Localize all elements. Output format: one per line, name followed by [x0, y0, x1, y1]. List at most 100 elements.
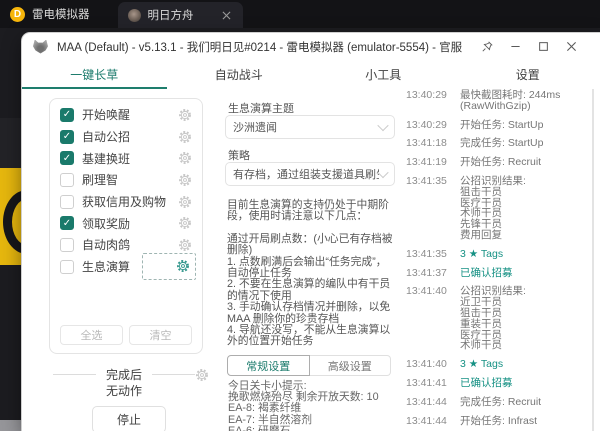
checkbox[interactable]: ✓: [60, 151, 74, 165]
game-tab[interactable]: 明日方舟: [118, 2, 243, 28]
stage-tips: 今日关卡小提示: 挽歌燃烧殆尽 剩余开放天数: 10 EA-8: 褐素纤维 EA…: [228, 381, 400, 431]
task-label: 自动公招: [82, 128, 178, 145]
log-message: 公招识别结果:近卫干员狙击干员重装干员医疗干员术师干员: [460, 286, 586, 351]
after-action-value[interactable]: 无动作: [53, 382, 195, 399]
gear-icon[interactable]: [176, 259, 190, 273]
gear-focus-box[interactable]: [142, 253, 196, 280]
log-time: 13:41:41: [406, 378, 450, 389]
task-card: ✓开始唤醒✓自动公招✓基建换班刷理智获取信用及购物✓领取奖励自动肉鸽生息演算 全…: [49, 98, 203, 354]
log-scrollbar[interactable]: [592, 89, 594, 431]
log-entry: 13:41:19开始任务: Recruit: [406, 157, 586, 168]
log-message: 已确认招募: [460, 378, 586, 389]
tab-close-icon[interactable]: [221, 9, 233, 21]
gear-icon[interactable]: [178, 195, 192, 209]
log-message: 最快截图耗时: 244ms(RawWithGzip): [460, 90, 586, 112]
gear-icon[interactable]: [178, 151, 192, 165]
task-item[interactable]: 刷理智: [60, 169, 192, 191]
after-action-gear-icon[interactable]: [195, 368, 209, 382]
gear-icon[interactable]: [178, 216, 192, 230]
after-action-divider: 完成后: [53, 366, 195, 383]
gear-icon[interactable]: [178, 108, 192, 122]
log-entry: 13:41:40 3 ★ Tags: [406, 359, 586, 370]
pin-button[interactable]: [480, 39, 495, 54]
checkbox[interactable]: ✓: [60, 216, 74, 230]
checkbox[interactable]: ✓: [60, 130, 74, 144]
tab-settings[interactable]: 设置: [456, 60, 600, 89]
log-time: 13:41:37: [406, 268, 450, 279]
card-buttons: 全选 清空: [60, 325, 192, 345]
log-entry: 13:40:29 最快截图耗时: 244ms(RawWithGzip): [406, 90, 586, 112]
backdrop-light-strip: [0, 420, 22, 431]
maximize-button[interactable]: [536, 39, 551, 54]
task-list: ✓开始唤醒✓自动公招✓基建换班刷理智获取信用及购物✓领取奖励自动肉鸽生息演算: [60, 104, 192, 278]
checkbox[interactable]: ✓: [60, 108, 74, 122]
note-line: 3. 手动确认存档情况并删除，以免 MAA 删除你的珍贵存档: [227, 302, 397, 325]
log-time: 13:41:40: [406, 286, 450, 351]
chevron-down-icon: [377, 167, 388, 178]
log-entry: 13:41:44 完成任务: Recruit: [406, 397, 586, 408]
yellow-banner: [0, 168, 22, 265]
clear-button[interactable]: 清空: [129, 325, 192, 345]
tip-line: EA-6: 研磨石: [228, 426, 400, 431]
log-list: 13:40:29 最快截图耗时: 244ms(RawWithGzip)13:40:…: [406, 90, 586, 426]
theme-select[interactable]: 沙洲遗闻: [225, 115, 395, 139]
maa-logo-icon: [33, 40, 48, 54]
log-time: 13:41:40: [406, 359, 450, 370]
task-label: 领取奖励: [82, 215, 178, 232]
task-item[interactable]: 获取信用及购物: [60, 191, 192, 213]
log-time: 13:41:44: [406, 397, 450, 408]
stop-button[interactable]: 停止: [92, 406, 166, 431]
log-time: 13:41:35: [406, 176, 450, 241]
strategy-label: 策略: [228, 147, 250, 163]
task-item[interactable]: ✓ 领取奖励: [60, 212, 192, 234]
checkbox[interactable]: [60, 238, 74, 252]
screen: 雷电模拟器 明日方舟 MAA (Default) - v5.13.1 - 我们明…: [0, 0, 600, 431]
select-all-button[interactable]: 全选: [60, 325, 123, 345]
gear-icon[interactable]: [178, 130, 192, 144]
theme-label: 生息演算主题: [228, 100, 294, 116]
window-controls: [480, 39, 600, 54]
task-item[interactable]: ✓基建换班: [60, 147, 192, 169]
settings-tab-advanced[interactable]: 高级设置: [310, 355, 392, 376]
log-time: 13:41:44: [406, 416, 450, 427]
tab-farming[interactable]: 一键长草: [22, 60, 167, 89]
task-column: ✓开始唤醒✓自动公招✓基建换班刷理智获取信用及购物✓领取奖励自动肉鸽生息演算 全…: [49, 89, 205, 431]
log-message: 完成任务: Recruit: [460, 397, 586, 408]
tab-copilot[interactable]: 自动战斗: [167, 60, 312, 89]
maa-window: MAA (Default) - v5.13.1 - 我们明日见#0214 - 雷…: [22, 33, 600, 431]
log-entry: 13:41:44开始任务: Infrast: [406, 416, 586, 427]
tab-toolbox[interactable]: 小工具: [311, 60, 456, 89]
window-titlebar[interactable]: MAA (Default) - v5.13.1 - 我们明日见#0214 - 雷…: [22, 33, 600, 60]
close-button[interactable]: [564, 39, 579, 54]
task-label: 自动肉鸽: [82, 236, 178, 253]
emulator-tab-bar: 雷电模拟器 明日方舟: [0, 0, 600, 28]
log-message: 完成任务: StartUp: [460, 138, 586, 149]
task-item[interactable]: 生息演算: [60, 256, 192, 278]
checkbox[interactable]: [60, 195, 74, 209]
after-action-label: 完成后: [96, 366, 152, 383]
ldplayer-tab[interactable]: 雷电模拟器: [0, 0, 104, 28]
log-message: 3 ★ Tags: [460, 359, 586, 370]
checkbox[interactable]: [60, 173, 74, 187]
ldplayer-logo-icon: [10, 7, 25, 22]
log-message: 3 ★ Tags: [460, 249, 586, 260]
log-entry: 13:41:353 ★ Tags: [406, 249, 586, 260]
log-message: 开始任务: Recruit: [460, 157, 586, 168]
ldplayer-tab-label: 雷电模拟器: [32, 6, 90, 22]
settings-tab-general[interactable]: 常规设置: [227, 355, 310, 376]
log-time: 13:40:29: [406, 90, 450, 112]
note-line: 2. 不要在生息演算的编队中有干员的情况下使用: [227, 279, 397, 302]
strategy-select[interactable]: 有存档，通过组装支援道具刷生息: [225, 162, 395, 186]
gear-icon[interactable]: [178, 238, 192, 252]
nav-tabs: 一键长草 自动战斗 小工具 设置: [22, 60, 600, 89]
checkbox[interactable]: [60, 260, 74, 274]
window-title: MAA (Default) - v5.13.1 - 我们明日见#0214 - 雷…: [57, 39, 462, 55]
gear-icon[interactable]: [178, 173, 192, 187]
note-line: 4. 导航还没写，不能从生息演算以外的位置开始任务: [227, 325, 397, 348]
log-entry: 13:41:40公招识别结果:近卫干员狙击干员重装干员医疗干员术师干员: [406, 286, 586, 351]
minimize-button[interactable]: [508, 39, 523, 54]
task-item[interactable]: ✓ 自动公招: [60, 126, 192, 148]
backdrop-strip: [0, 118, 22, 168]
tip-line: EA-7: 半自然溶剂: [228, 415, 400, 426]
task-item[interactable]: ✓开始唤醒: [60, 104, 192, 126]
